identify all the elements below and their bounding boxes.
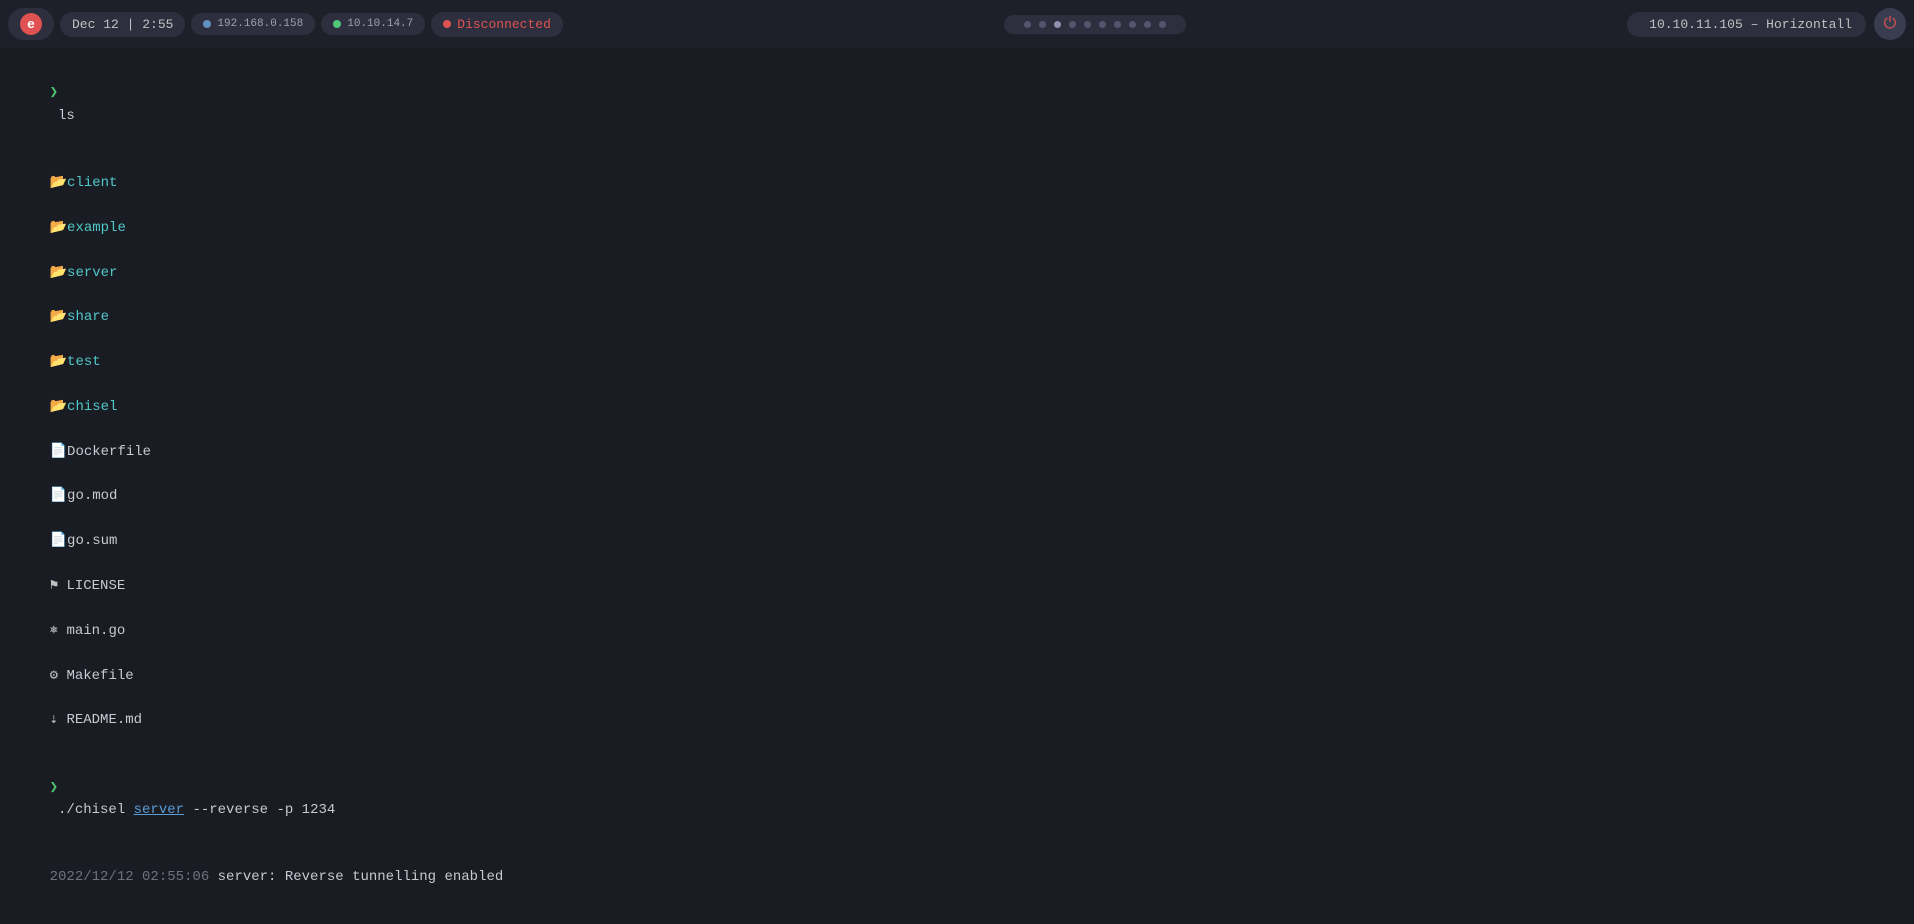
terminal-log-2: 2022/12/12 02:55:06 server: Fingerprint …	[16, 911, 1898, 924]
file-icon-gomod: 📄	[50, 488, 67, 504]
ws-dot-8[interactable]	[1129, 21, 1136, 28]
folder-share: share	[67, 309, 109, 325]
folder-icon-test: 📂	[50, 354, 67, 370]
power-button[interactable]: ⏻	[1874, 8, 1906, 40]
session-label: 10.10.11.105 – Horizontall	[1649, 17, 1852, 32]
vpn-ip-label: 10.10.14.7	[347, 18, 413, 30]
chisel-cmd-prefix: ./chisel	[50, 802, 134, 818]
file-license: LICENSE	[58, 578, 125, 594]
file-icon-readme: ⇣	[50, 712, 58, 728]
folder-client: client	[67, 175, 117, 191]
terminal-line-ls: ❯ ls	[16, 60, 1898, 150]
ws-dot-7[interactable]	[1114, 21, 1121, 28]
file-readme: README.md	[58, 712, 142, 728]
terminal-line-chisel-cmd: ❯ ./chisel server --reverse -p 1234	[16, 754, 1898, 844]
ls-command: ls	[50, 108, 75, 124]
log-msg-1: server: Reverse tunnelling enabled	[218, 869, 504, 885]
topbar-right: 10.10.11.105 – Horizontall ⏻	[1627, 8, 1906, 40]
file-icon-gosum: 📄	[50, 533, 67, 549]
folder-chisel: chisel	[67, 399, 117, 415]
folder-server: server	[67, 265, 117, 281]
local-ip-pill: 192.168.0.158	[191, 13, 315, 35]
file-maingo: main.go	[58, 623, 125, 639]
terminal-log-1: 2022/12/12 02:55:06 server: Reverse tunn…	[16, 844, 1898, 911]
folder-icon-chisel: 📂	[50, 399, 67, 415]
topbar-center	[569, 15, 1621, 34]
ws-dot-1[interactable]	[1024, 21, 1031, 28]
prompt-symbol-1: ❯	[50, 85, 58, 101]
vpn-ip-pill: 10.10.14.7	[321, 13, 425, 35]
disconnected-pill[interactable]: Disconnected	[431, 12, 563, 37]
file-gomod: go.mod	[67, 488, 117, 504]
workspace-dots	[1004, 15, 1186, 34]
log-time-1: 2022/12/12 02:55:06	[50, 869, 218, 885]
folder-icon-client: 📂	[50, 175, 67, 191]
folder-icon-share: 📂	[50, 309, 67, 325]
file-dockerfile: Dockerfile	[67, 444, 151, 460]
ws-dot-9[interactable]	[1144, 21, 1151, 28]
file-icon-license: ⚑	[50, 578, 58, 594]
folder-icon-example: 📂	[50, 220, 67, 236]
terminal: ❯ ls 📂client 📂example 📂server 📂share 📂te…	[0, 48, 1914, 924]
file-icon-makefile: ⚙	[50, 668, 58, 684]
local-ip-label: 192.168.0.158	[217, 18, 303, 30]
local-ip-icon	[203, 20, 211, 28]
chisel-cmd-server: server	[134, 802, 184, 818]
disconnected-label: Disconnected	[457, 17, 551, 32]
folder-icon-server: 📂	[50, 265, 67, 281]
file-makefile: Makefile	[58, 668, 134, 684]
prompt-symbol-2: ❯	[50, 780, 58, 796]
folder-example: example	[67, 220, 126, 236]
file-icon-dockerfile: 📄	[50, 444, 67, 460]
app-logo: e	[20, 13, 42, 35]
session-pill: 10.10.11.105 – Horizontall	[1627, 12, 1866, 37]
ws-dot-3[interactable]	[1054, 21, 1061, 28]
ws-dot-4[interactable]	[1069, 21, 1076, 28]
power-icon: ⏻	[1884, 15, 1897, 33]
disconnected-icon	[443, 20, 451, 28]
folder-test: test	[67, 354, 101, 370]
terminal-line-ls-output: 📂client 📂example 📂server 📂share 📂test 📂c…	[16, 150, 1898, 755]
file-gosum: go.sum	[67, 533, 117, 549]
ws-dot-10[interactable]	[1159, 21, 1166, 28]
vpn-ip-icon	[333, 20, 341, 28]
ws-dot-2[interactable]	[1039, 21, 1046, 28]
topbar: e Dec 12 | 2:55 192.168.0.158 10.10.14.7…	[0, 0, 1914, 48]
ws-dot-6[interactable]	[1099, 21, 1106, 28]
chisel-cmd-args: --reverse -p 1234	[184, 802, 335, 818]
file-icon-maingo: ⎈	[50, 623, 58, 639]
datetime-label: Dec 12 | 2:55	[72, 17, 173, 32]
datetime-pill: Dec 12 | 2:55	[60, 12, 185, 37]
ws-dot-5[interactable]	[1084, 21, 1091, 28]
logo-pill: e	[8, 8, 54, 40]
